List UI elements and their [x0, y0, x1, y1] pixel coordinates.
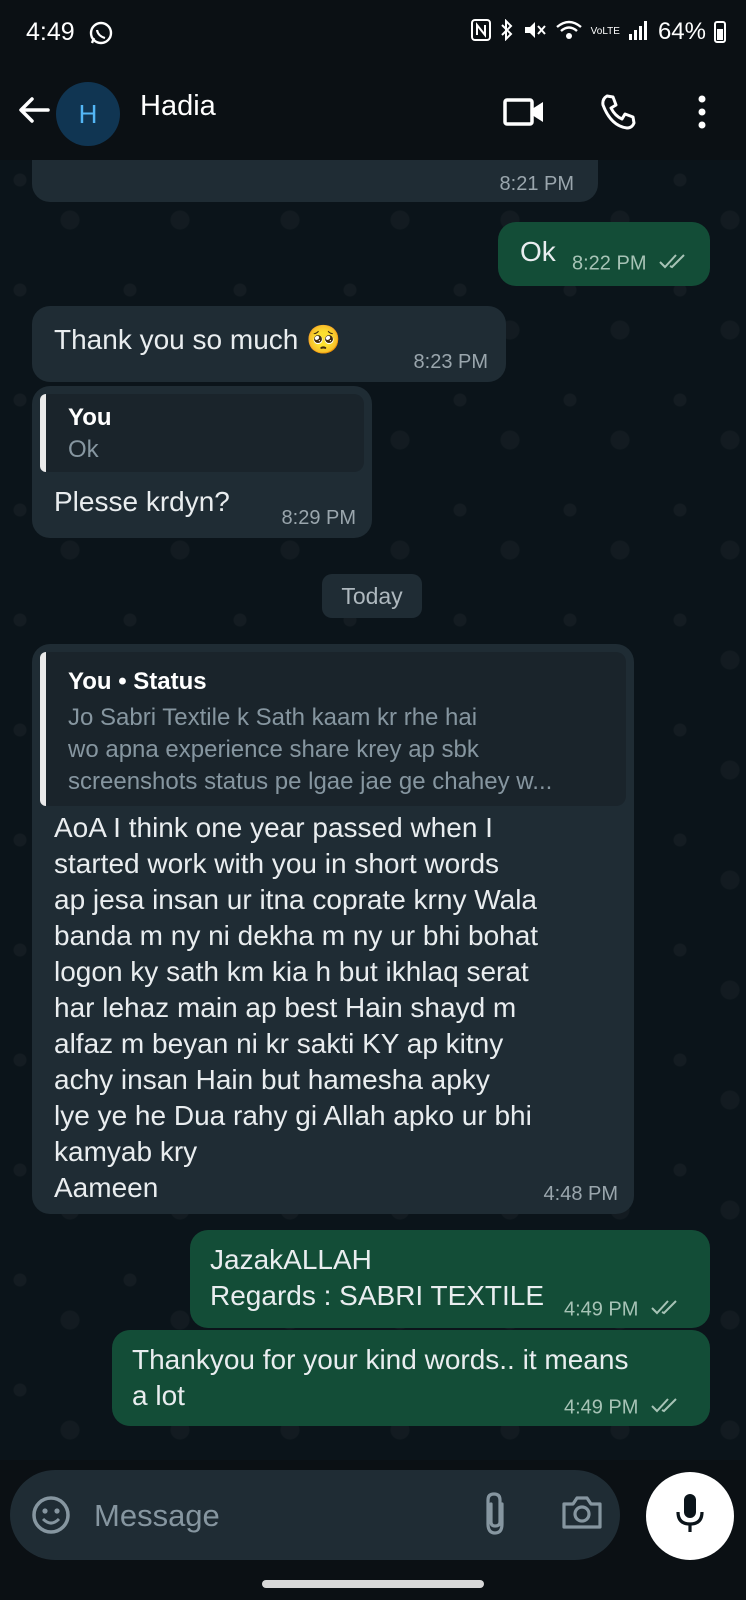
message-bubble-incoming[interactable]: You • Status Jo Sabri Textile k Sath kaa…: [32, 644, 634, 1214]
double-check-icon: [658, 252, 690, 276]
status-bar: 4:49 VoLTE 64%: [0, 0, 746, 70]
double-check-icon: [650, 1298, 682, 1322]
message-bubble-incoming[interactable]: You Ok Plesse krdyn? 8:29 PM: [32, 386, 372, 538]
quote-text: Jo Sabri Textile k Sath kaam kr rhe hai …: [68, 704, 553, 795]
quoted-status[interactable]: You • Status Jo Sabri Textile k Sath kaa…: [40, 652, 626, 806]
double-check-icon: [650, 1396, 682, 1420]
message-time: 8:22 PM: [572, 252, 690, 276]
gesture-nav-bar[interactable]: [262, 1580, 484, 1588]
message-text: JazakALLAH Regards : SABRI TEXTILE: [210, 1244, 545, 1311]
wifi-icon: [555, 19, 583, 46]
message-bubble-incoming[interactable]: Thank you so much 🥺 8:23 PM: [32, 306, 506, 382]
avatar[interactable]: H: [56, 82, 120, 146]
battery-icon: [714, 21, 726, 43]
message-composer: [10, 1470, 620, 1560]
nfc-icon: [470, 18, 491, 46]
phone-icon[interactable]: [594, 88, 642, 136]
volte-label: VoLTE: [590, 26, 620, 37]
quoted-message[interactable]: You Ok: [40, 394, 364, 472]
mic-icon: [673, 1492, 707, 1541]
message-time: 4:49 PM: [564, 1396, 682, 1420]
message-time: 8:23 PM: [413, 351, 488, 373]
quote-author: You • Status: [68, 668, 207, 695]
message-text: Thankyou for your kind words.. it means …: [132, 1344, 629, 1411]
message-bubble-incoming[interactable]: 8:21 PM: [32, 160, 598, 202]
contact-name[interactable]: Hadia: [140, 90, 216, 123]
message-text: AoA I think one year passed when I start…: [54, 812, 539, 1203]
signal-icon: [628, 19, 650, 46]
date-separator: Today: [322, 574, 422, 618]
bluetooth-icon: [499, 18, 515, 46]
status-time: 4:49: [26, 18, 75, 46]
back-arrow-icon[interactable]: [14, 90, 54, 130]
chat-header: H Hadia: [0, 70, 746, 160]
message-input[interactable]: [92, 1488, 456, 1544]
message-time-text: 8:22 PM: [572, 252, 647, 275]
more-icon[interactable]: [678, 88, 726, 136]
battery-percent: 64%: [657, 18, 706, 45]
camera-icon[interactable]: [560, 1490, 604, 1539]
message-time: 4:48 PM: [543, 1183, 618, 1205]
message-time-text: 4:49 PM: [563, 1396, 639, 1419]
message-text: Thank you so much 🥺: [54, 324, 341, 355]
message-time: 4:49 PM: [564, 1298, 682, 1322]
status-icons: VoLTE 64%: [470, 18, 726, 46]
message-text: Ok: [520, 236, 556, 267]
emoji-icon[interactable]: [30, 1494, 72, 1541]
mic-button[interactable]: [646, 1472, 734, 1560]
video-call-icon[interactable]: [500, 88, 548, 136]
whatsapp-icon: [88, 20, 114, 51]
message-text: Plesse krdyn?: [54, 486, 230, 517]
message-bubble-outgoing[interactable]: JazakALLAH Regards : SABRI TEXTILE 4:49 …: [190, 1230, 710, 1328]
attach-icon[interactable]: [480, 1490, 510, 1543]
mute-icon: [523, 19, 547, 46]
message-time-text: 4:49 PM: [563, 1298, 639, 1321]
message-bubble-outgoing[interactable]: Thankyou for your kind words.. it means …: [112, 1330, 710, 1426]
quote-text: Ok: [68, 436, 99, 463]
message-bubble-outgoing[interactable]: Ok 8:22 PM: [498, 222, 710, 286]
message-time: 8:21 PM: [499, 173, 574, 195]
message-time: 8:29 PM: [281, 507, 356, 529]
chat-area[interactable]: 8:21 PM Ok 8:22 PM Thank you so much 🥺 8…: [0, 160, 746, 1460]
quote-author: You: [68, 404, 112, 431]
